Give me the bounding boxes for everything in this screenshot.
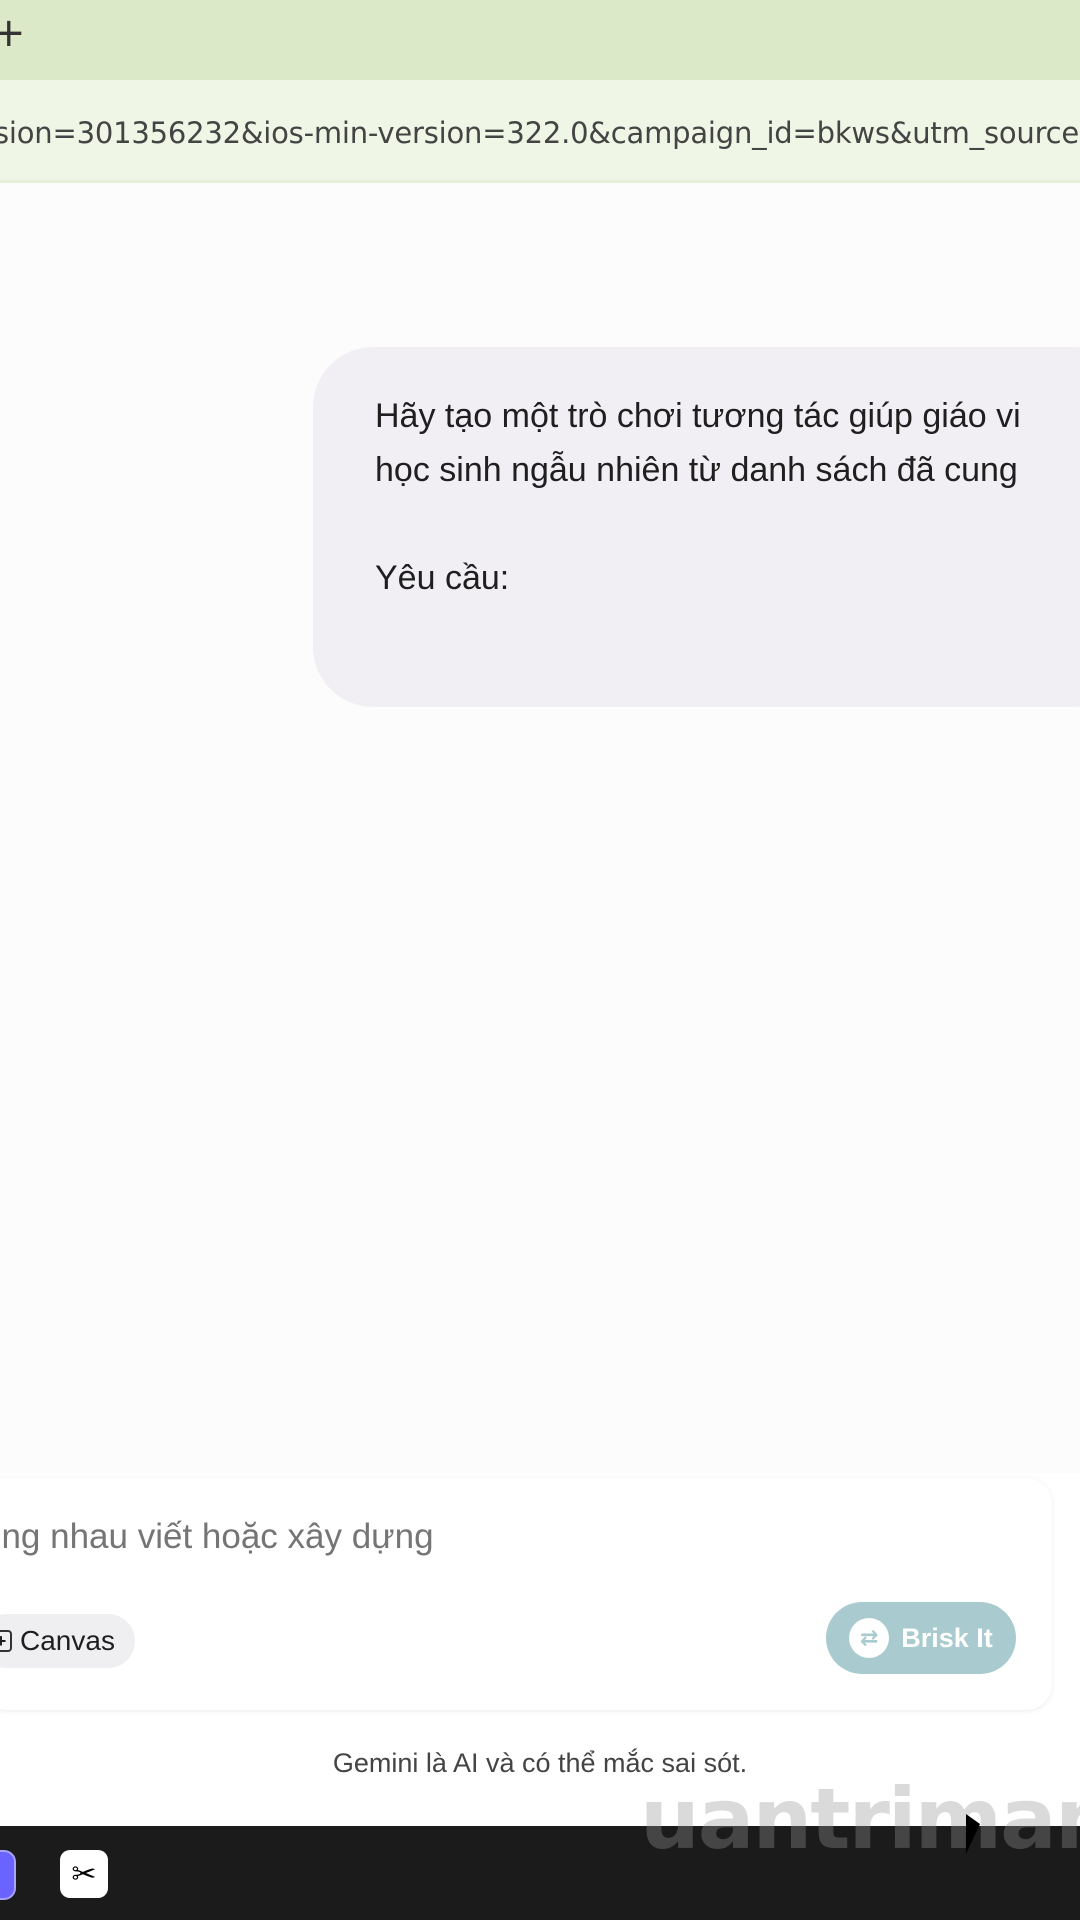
chat-area: Hãy tạo một trò chơi tương tác giúp giáo… <box>0 183 1080 1473</box>
browser-tab-bar: + <box>0 0 1080 80</box>
brisk-icon: ⇄ <box>849 1618 890 1658</box>
user-message-line-1: Hãy tạo một trò chơi tương tác giúp giáo… <box>375 397 1021 435</box>
canvas-button[interactable]: + Canvas <box>0 1614 135 1668</box>
url-text[interactable]: sion=301356232&ios-min-version=322.0&cam… <box>0 116 1080 150</box>
plus-icon[interactable]: + <box>0 8 26 58</box>
prompt-composer: + Canvas ⇄ Brisk It <box>0 1478 1052 1710</box>
canvas-add-icon: + <box>0 1630 12 1652</box>
mouse-cursor-icon <box>966 1814 980 1854</box>
address-bar[interactable]: sion=301356232&ios-min-version=322.0&cam… <box>0 80 1080 183</box>
app-icon[interactable] <box>0 1850 16 1900</box>
prompt-input[interactable] <box>0 1516 884 1558</box>
user-message-bubble: Hãy tạo một trò chơi tương tác giúp giáo… <box>313 347 1080 707</box>
user-message-line-3: Yêu cầu: <box>375 559 510 597</box>
canvas-label: Canvas <box>20 1625 115 1656</box>
watermark-logo: uantrimang <box>640 1770 1080 1868</box>
brisk-it-button[interactable]: ⇄ Brisk It <box>826 1602 1016 1674</box>
capcut-icon[interactable]: ✂ <box>60 1850 108 1898</box>
user-message-line-2: học sinh ngẫu nhiên từ danh sách đã cung <box>375 451 1018 489</box>
brisk-label: Brisk It <box>901 1622 993 1653</box>
